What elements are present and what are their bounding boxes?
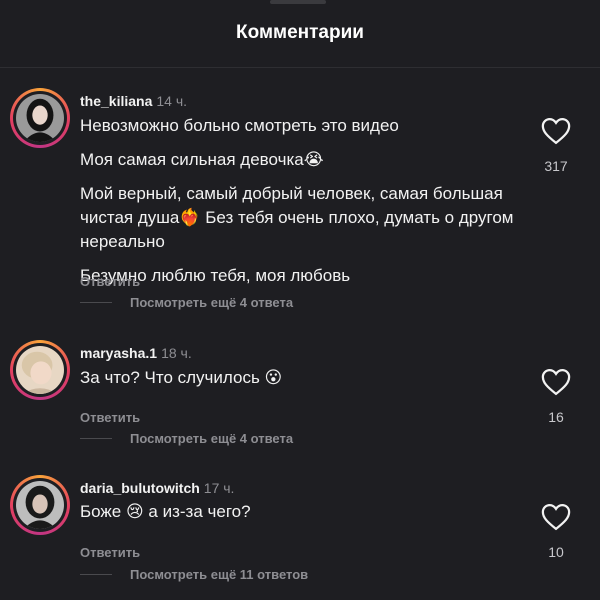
comment-line: Безумно люблю тебя, моя любовь bbox=[80, 266, 351, 285]
username[interactable]: maryasha.1 bbox=[80, 345, 157, 361]
reply-button[interactable]: Ответить bbox=[80, 410, 140, 425]
comment-text: Боже 😢 а из-за чего? bbox=[80, 500, 520, 536]
divider bbox=[80, 574, 112, 575]
like-count: 317 bbox=[544, 158, 568, 174]
comment-meta: the_kiliana 14 ч. bbox=[80, 93, 187, 109]
heart-outline-icon[interactable] bbox=[541, 117, 571, 145]
username[interactable]: the_kiliana bbox=[80, 93, 152, 109]
like-count: 16 bbox=[548, 409, 564, 425]
comment-line: За что? Что случилось 😮 bbox=[80, 368, 283, 387]
comment-line: Невозможно больно смотреть это видео bbox=[80, 116, 399, 135]
reply-button[interactable]: Ответить bbox=[80, 545, 140, 560]
view-replies-button[interactable]: Посмотреть ещё 4 ответа bbox=[80, 295, 293, 310]
view-replies-button[interactable]: Посмотреть ещё 11 ответов bbox=[80, 567, 308, 582]
view-replies-label: Посмотреть ещё 4 ответа bbox=[130, 431, 294, 446]
comments-header: Комментарии bbox=[0, 0, 600, 68]
comment-line: Боже 😢 а из-за чего? bbox=[80, 502, 251, 521]
divider bbox=[80, 438, 112, 439]
comment-meta: maryasha.1 18 ч. bbox=[80, 345, 192, 361]
timestamp: 17 ч. bbox=[203, 480, 235, 496]
avatar[interactable] bbox=[10, 88, 70, 148]
comment-meta: daria_bulutowitch 17 ч. bbox=[80, 480, 234, 496]
user-photo-icon bbox=[16, 94, 64, 142]
user-photo-icon bbox=[16, 346, 64, 394]
comment-line: Мой верный, самый добрый человек, самая … bbox=[80, 184, 514, 251]
reply-button[interactable]: Ответить bbox=[80, 274, 140, 289]
heart-outline-icon[interactable] bbox=[541, 503, 571, 531]
view-replies-button[interactable]: Посмотреть ещё 4 ответа bbox=[80, 431, 293, 446]
avatar[interactable] bbox=[10, 340, 70, 400]
user-photo-icon bbox=[16, 481, 64, 529]
heart-outline-icon[interactable] bbox=[541, 368, 571, 396]
username[interactable]: daria_bulutowitch bbox=[80, 480, 200, 496]
divider bbox=[80, 302, 112, 303]
comment-text: Невозможно больно смотреть это видео Моя… bbox=[80, 114, 520, 300]
view-replies-label: Посмотреть ещё 4 ответа bbox=[130, 295, 294, 310]
comment-line: Моя самая сильная девочка😭 bbox=[80, 150, 324, 169]
page-title: Комментарии bbox=[236, 22, 364, 43]
comment-text: За что? Что случилось 😮 bbox=[80, 366, 520, 402]
avatar[interactable] bbox=[10, 475, 70, 535]
view-replies-label: Посмотреть ещё 11 ответов bbox=[130, 567, 309, 582]
timestamp: 14 ч. bbox=[156, 93, 188, 109]
like-count: 10 bbox=[548, 544, 564, 560]
timestamp: 18 ч. bbox=[161, 345, 192, 361]
